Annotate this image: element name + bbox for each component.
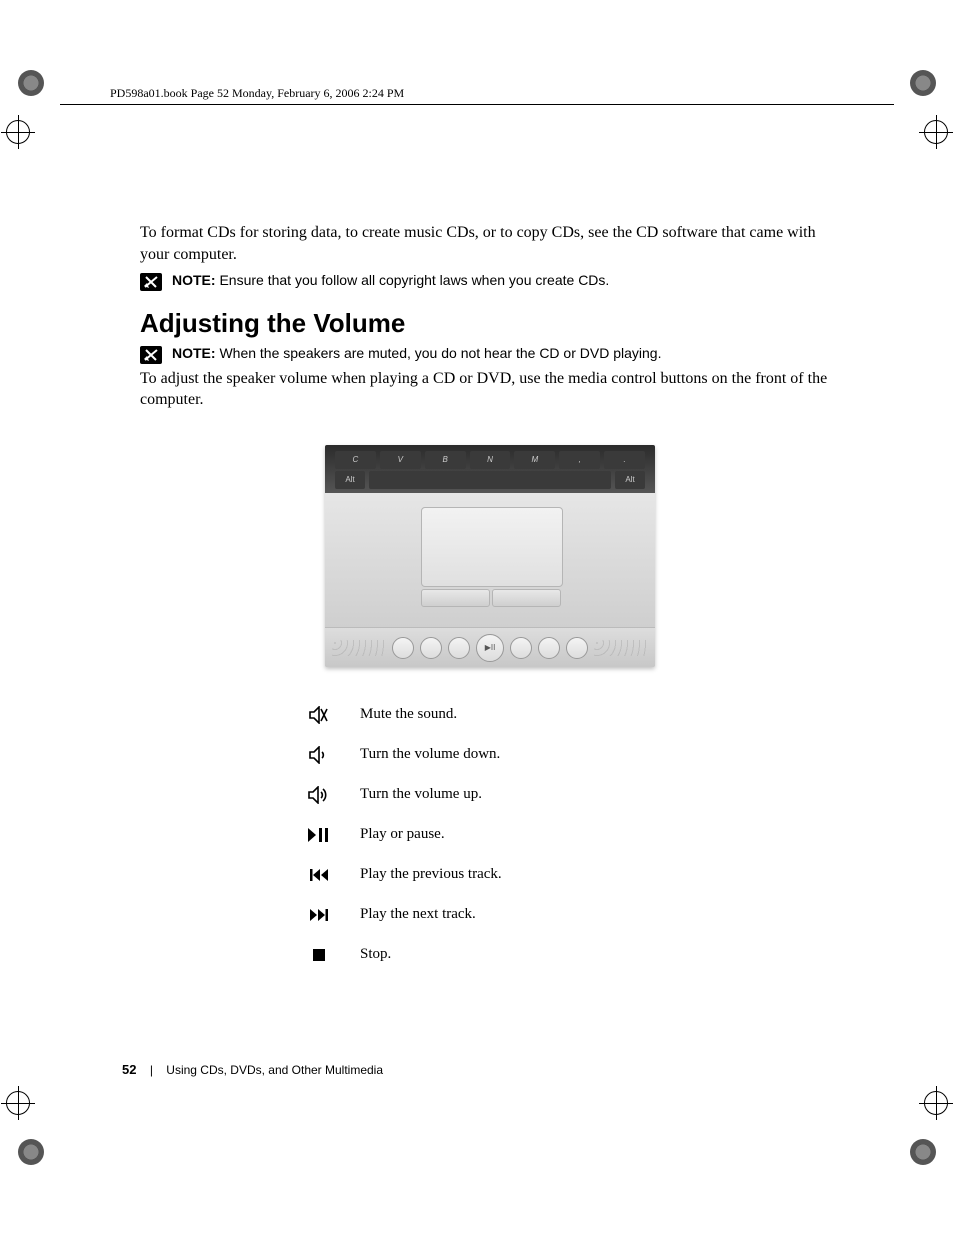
page-footer: 52 | Using CDs, DVDs, and Other Multimed… [122, 1062, 383, 1077]
section-title: Using CDs, DVDs, and Other Multimedia [166, 1063, 383, 1077]
legend-row-next: Play the next track. [308, 895, 648, 935]
legend-label: Stop. [360, 946, 391, 963]
media-control-bar: ▶II [325, 627, 655, 667]
body-paragraph: To adjust the speaker volume when playin… [140, 368, 840, 411]
keyboard: C V B N M , . AltAlt [325, 445, 655, 493]
speaker-grille [332, 640, 386, 656]
button-legend: Mute the sound. Turn the volume down. Tu… [308, 695, 648, 975]
key: B [425, 451, 466, 469]
content-area: To format CDs for storing data, to creat… [140, 222, 840, 975]
legend-label: Turn the volume down. [360, 746, 500, 763]
print-mark [18, 1139, 44, 1165]
media-button-next [538, 637, 560, 659]
legend-row-stop: Stop. [308, 935, 648, 975]
play-pause-icon [308, 828, 330, 842]
key: N [470, 451, 511, 469]
page: PD598a01.book Page 52 Monday, February 6… [0, 0, 954, 1235]
laptop-photo: C V B N M , . AltAlt ▶II [325, 445, 655, 667]
key: , [559, 451, 600, 469]
note-copyright: NOTE: Ensure that you follow all copyrig… [140, 271, 840, 291]
media-button-stop [566, 637, 588, 659]
note-muted: NOTE: When the speakers are muted, you d… [140, 344, 840, 364]
next-track-icon [308, 909, 330, 921]
touchpad [421, 507, 563, 587]
palmrest [325, 493, 655, 627]
stop-icon [308, 949, 330, 961]
note-text: NOTE: Ensure that you follow all copyrig… [172, 271, 609, 290]
media-button-volup [448, 637, 470, 659]
legend-row-playpause: Play or pause. [308, 815, 648, 855]
page-number: 52 [122, 1062, 136, 1077]
mute-icon [308, 706, 330, 724]
registration-mark [6, 120, 30, 144]
legend-row-volup: Turn the volume up. [308, 775, 648, 815]
legend-label: Mute the sound. [360, 706, 457, 723]
header-rule [60, 104, 894, 105]
legend-row-mute: Mute the sound. [308, 695, 648, 735]
registration-mark [924, 1091, 948, 1115]
note-icon [140, 273, 162, 291]
print-mark [910, 70, 936, 96]
running-header: PD598a01.book Page 52 Monday, February 6… [110, 86, 404, 101]
volume-down-icon [308, 746, 330, 764]
key: . [604, 451, 645, 469]
legend-label: Play or pause. [360, 826, 445, 843]
registration-mark [6, 1091, 30, 1115]
registration-mark [924, 120, 948, 144]
section-heading: Adjusting the Volume [140, 309, 840, 338]
previous-track-icon [308, 869, 330, 881]
note-text: NOTE: When the speakers are muted, you d… [172, 344, 661, 363]
legend-label: Play the previous track. [360, 866, 502, 883]
media-button-mute [392, 637, 414, 659]
print-mark [910, 1139, 936, 1165]
legend-row-voldown: Turn the volume down. [308, 735, 648, 775]
key: C [335, 451, 376, 469]
media-button-playpause: ▶II [476, 634, 504, 662]
print-mark [18, 70, 44, 96]
key-row: C V B N M , . [325, 445, 655, 469]
legend-row-prev: Play the previous track. [308, 855, 648, 895]
note-icon [140, 346, 162, 364]
speaker-grille [594, 640, 648, 656]
key: V [380, 451, 421, 469]
touchpad-buttons [421, 589, 561, 607]
footer-separator: | [150, 1063, 153, 1077]
intro-paragraph: To format CDs for storing data, to creat… [140, 222, 840, 265]
media-button-voldown [420, 637, 442, 659]
legend-label: Turn the volume up. [360, 786, 482, 803]
key: M [514, 451, 555, 469]
media-button-prev [510, 637, 532, 659]
legend-label: Play the next track. [360, 906, 476, 923]
volume-up-icon [308, 786, 330, 804]
